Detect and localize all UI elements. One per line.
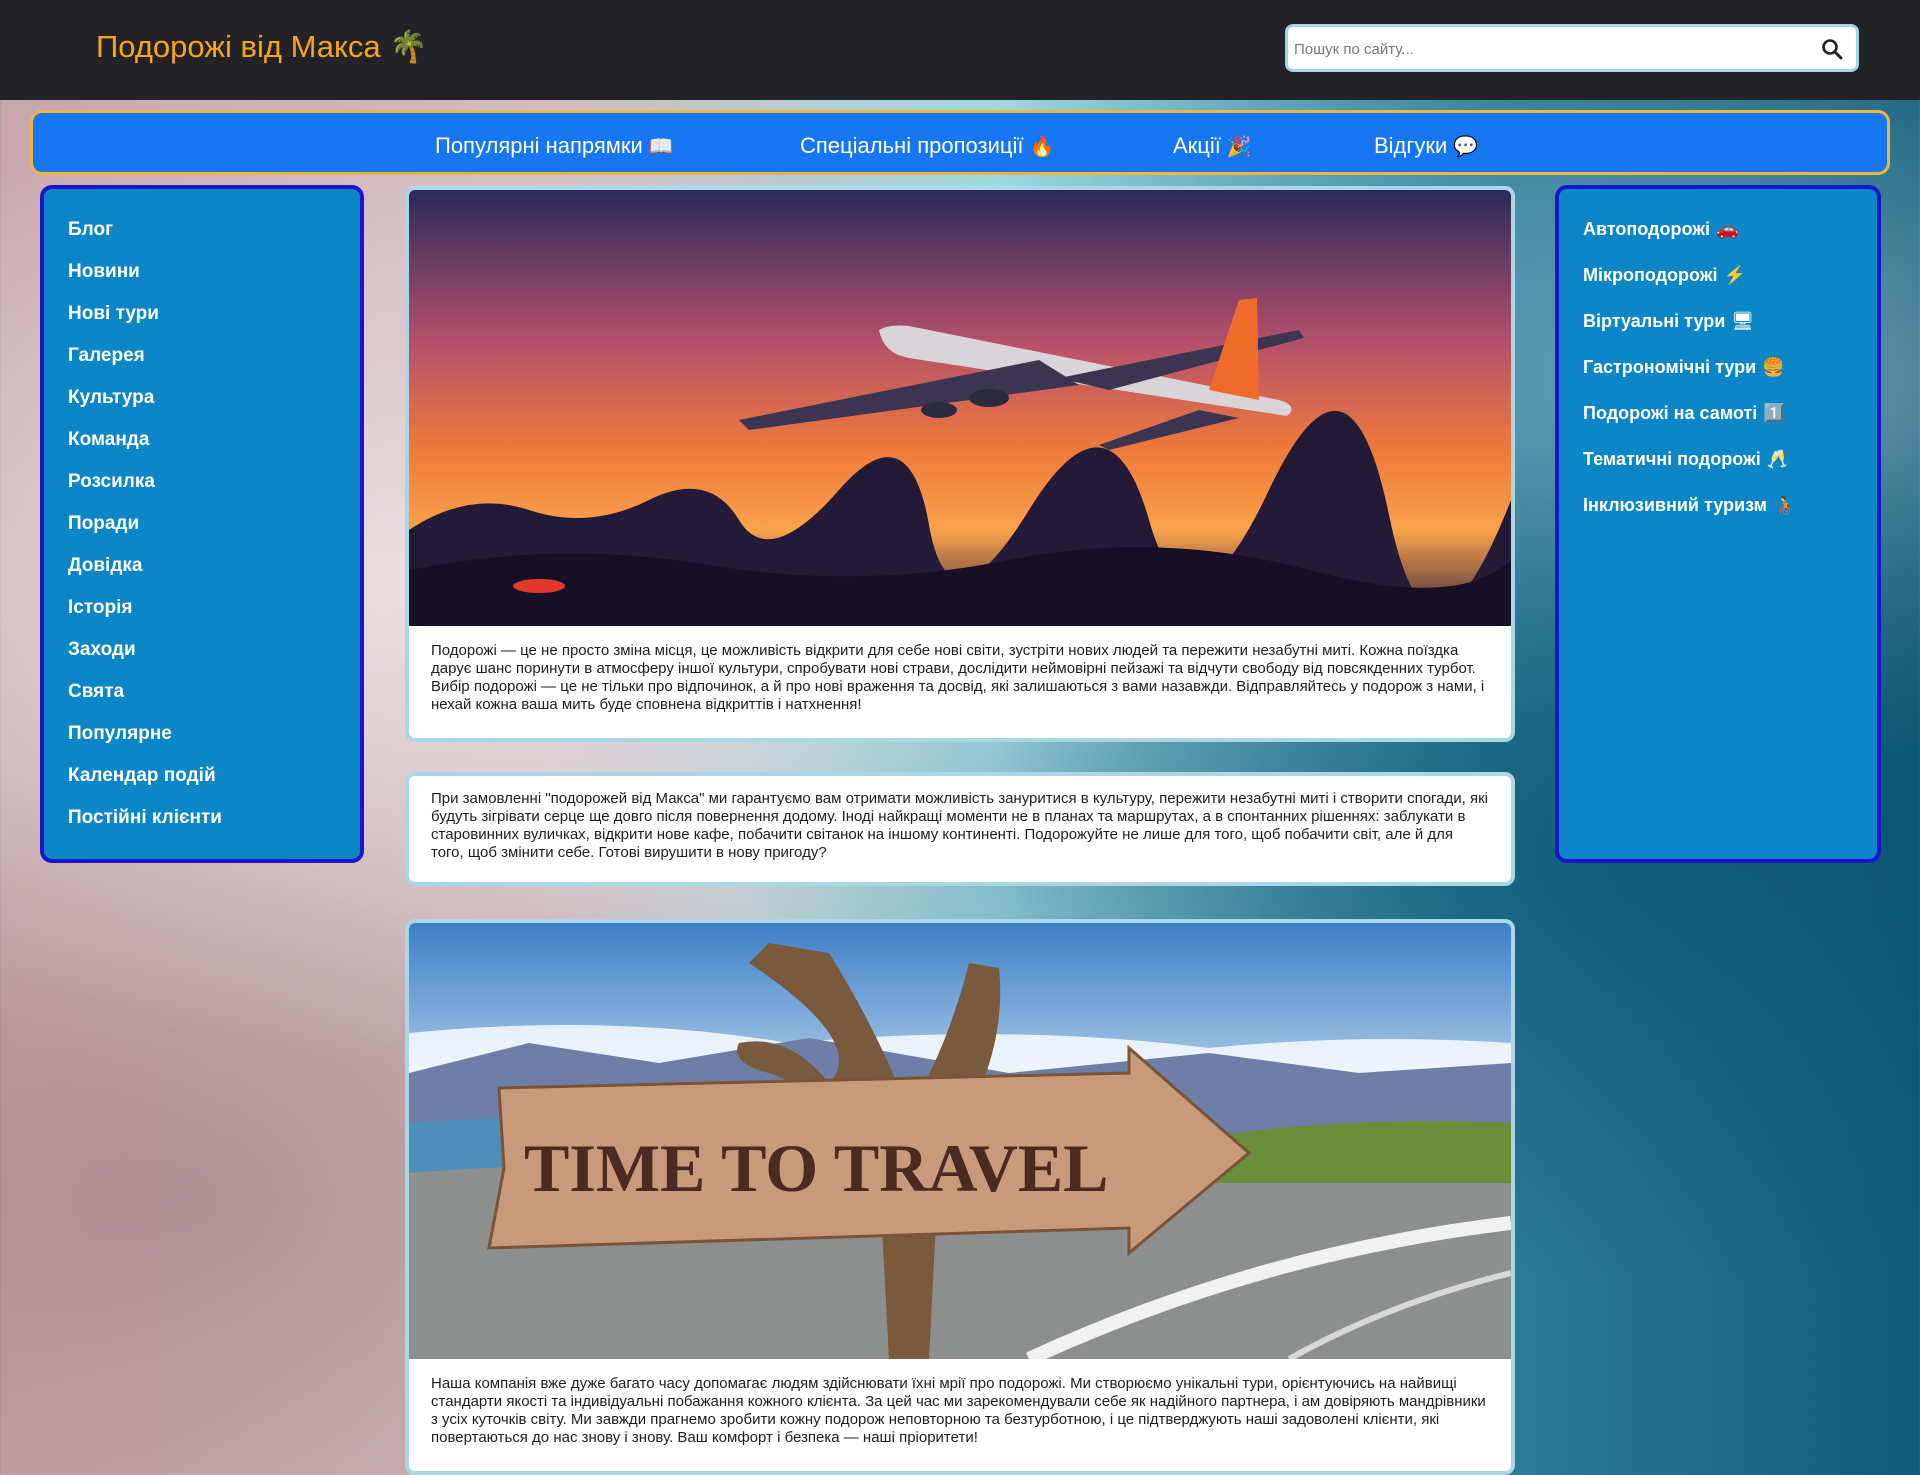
monitor-icon: 🖥 [1731,311,1755,331]
site-header: Подорожі від Макса 🌴 [0,0,1920,100]
sidebar-item-popular[interactable]: Популярне [68,723,172,745]
sidebar-item-regular-clients[interactable]: Постійні клієнти [68,807,222,829]
number-one-icon: 1️⃣ [1763,403,1786,423]
company-text: Наша компанія вже дуже багато часу допом… [431,1375,1486,1446]
nav-special-offers[interactable]: Спеціальні пропозиції 🔥 [800,133,1054,159]
left-sidebar: Блог Новини Нові тури Галерея Культура К… [40,185,364,863]
logo-text: Подорожі від Макса [96,29,381,64]
burger-icon: 🍔 [1762,357,1785,377]
car-icon: 🚗 [1715,219,1739,239]
nav-label: Відгуки [1374,133,1448,158]
nav-label: Спеціальні пропозиції [800,133,1024,158]
sidebar-item-label: Подорожі на самоті [1583,403,1758,423]
sidebar-item-event-calendar[interactable]: Календар подій [68,765,216,787]
sidebar-item-culture[interactable]: Культура [68,387,154,409]
book-icon: 📖 [648,136,674,158]
sidebar-item-help[interactable]: Довідка [68,555,142,577]
intro-text: Подорожі — це не просто зміна місця, це … [431,642,1485,713]
sidebar-item-micro-trips[interactable]: Мікроподорожі ⚡ [1583,265,1746,286]
sidebar-item-newsletter[interactable]: Розсилка [68,471,155,493]
nav-label: Популярні напрямки [435,133,643,158]
right-sidebar: Автоподорожі 🚗 Мікроподорожі ⚡ Віртуальні … [1555,185,1881,863]
site-logo[interactable]: Подорожі від Макса 🌴 [96,28,428,65]
sidebar-item-new-tours[interactable]: Нові тури [68,303,159,325]
content-card-company: TIME TO TRAVEL Наша компанія вже дуже ба… [405,919,1515,1475]
wheelchair-icon: 🧑‍🦽 [1772,495,1796,515]
nav-reviews[interactable]: Відгуки 💬 [1374,133,1478,159]
sidebar-item-solo-travel[interactable]: Подорожі на самоті 1️⃣ [1583,403,1786,424]
sidebar-item-team[interactable]: Команда [68,429,149,451]
speech-bubble-icon: 💬 [1453,136,1479,158]
search-input[interactable] [1292,35,1816,63]
nav-promotions[interactable]: Акції 🎉 [1173,133,1252,159]
sidebar-item-label: Інклюзивний туризм [1583,495,1767,515]
sidebar-item-events[interactable]: Заходи [68,639,136,661]
sidebar-item-road-trips[interactable]: Автоподорожі 🚗 [1583,219,1738,240]
sidebar-item-tips[interactable]: Поради [68,513,139,535]
sidebar-item-history[interactable]: Історія [68,597,132,619]
search-box [1285,24,1859,72]
airplane-sunset-image [409,190,1511,626]
road-sign-photo: TIME TO TRAVEL [409,923,1511,1359]
guarantee-text: При замовленні "подорожей від Макса" ми … [431,790,1489,861]
sidebar-item-label: Мікроподорожі [1583,265,1718,285]
sidebar-item-news[interactable]: Новини [68,261,140,283]
sidebar-item-label: Автоподорожі [1583,219,1710,239]
content-card-intro: Подорожі — це не просто зміна місця, це … [405,186,1515,742]
sidebar-item-label: Гастрономічні тури [1583,357,1757,377]
sidebar-item-virtual-tours[interactable]: Віртуальні тури 🖥 [1583,311,1754,332]
fire-icon: 🔥 [1029,136,1055,158]
sidebar-item-gastro-tours[interactable]: Гастрономічні тури 🍔 [1583,357,1785,378]
lightning-icon: ⚡ [1723,265,1746,285]
main-nav: Популярні напрямки 📖 Спеціальні пропозиці… [30,110,1890,175]
sidebar-item-label: Віртуальні тури [1583,311,1726,331]
nav-label: Акції [1173,133,1221,158]
sidebar-item-thematic-trips[interactable]: Тематичні подорожі 🥂 [1583,449,1789,470]
nav-popular-destinations[interactable]: Популярні напрямки 📖 [435,133,674,159]
time-to-travel-image: TIME TO TRAVEL [409,923,1511,1359]
sign-text: TIME TO TRAVEL [524,1130,1109,1206]
sidebar-item-blog[interactable]: Блог [68,219,113,241]
content-card-guarantee: При замовленні "подорожей від Макса" ми … [405,772,1515,886]
sidebar-item-holidays[interactable]: Свята [68,681,124,703]
search-icon[interactable] [1820,37,1844,61]
party-popper-icon: 🎉 [1226,136,1252,158]
sidebar-item-inclusive-tourism[interactable]: Інклюзивний туризм 🧑‍🦽 [1583,495,1795,516]
palm-icon: 🌴 [389,29,428,64]
airplane-photo [409,190,1511,626]
clinking-glasses-icon: 🥂 [1766,449,1790,469]
sidebar-item-label: Тематичні подорожі [1583,449,1761,469]
sidebar-item-gallery[interactable]: Галерея [68,345,145,367]
